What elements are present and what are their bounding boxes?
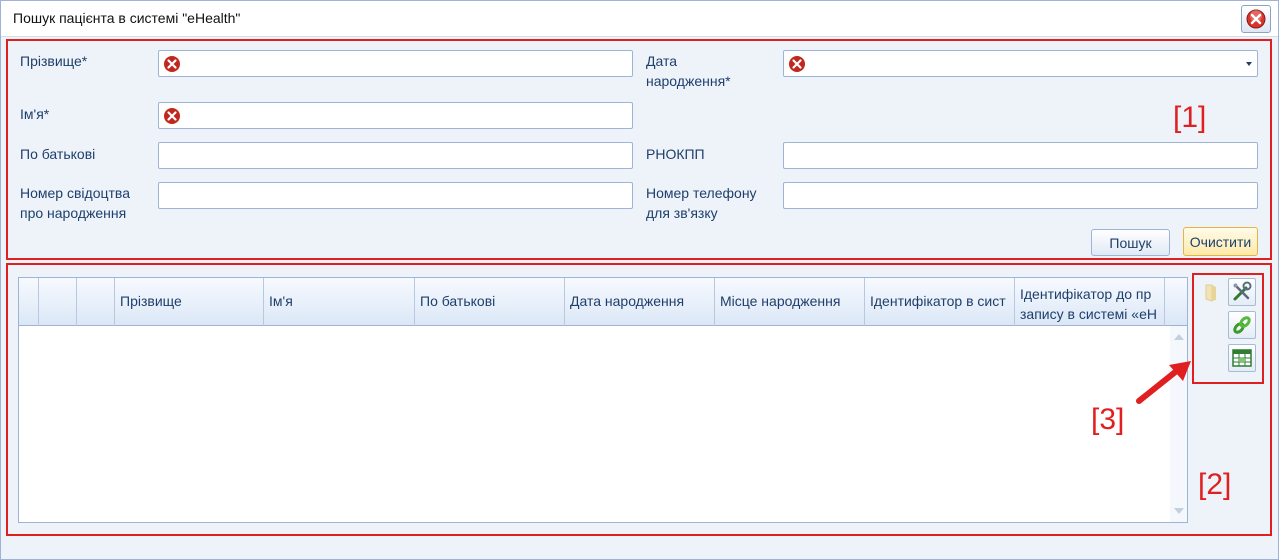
settings-tools-button[interactable] — [1228, 278, 1256, 306]
grid-column-header[interactable] — [77, 278, 115, 326]
link-icon — [1233, 316, 1251, 334]
annotation-label-3: [3] — [1091, 403, 1125, 436]
close-icon — [1246, 9, 1266, 29]
phone-label-line1: Номер телефону — [646, 185, 757, 201]
last-name-field[interactable] — [158, 50, 633, 77]
birth-cert-label-line1: Номер свідоцтва — [20, 185, 130, 201]
phone-label-line2: для зв'язку — [646, 205, 718, 221]
rnokpp-field[interactable] — [783, 142, 1258, 169]
grid-column-header[interactable] — [39, 278, 77, 326]
settings-tools-icon — [1233, 281, 1252, 301]
birth-date-input[interactable] — [786, 53, 1255, 74]
window-title: Пошук пацієнта в системі "eHealth" — [13, 10, 241, 26]
last-name-label: Прізвище* — [20, 53, 88, 69]
first-name-input[interactable] — [161, 105, 630, 126]
search-button[interactable]: Пошук — [1091, 229, 1170, 256]
first-name-label: Ім'я* — [20, 106, 50, 122]
birth-date-field[interactable] — [783, 50, 1258, 77]
birth-date-label-line1: Дата — [646, 53, 678, 69]
middle-name-field[interactable] — [158, 142, 633, 169]
link-button[interactable] — [1228, 311, 1256, 339]
export-excel-button[interactable] — [1228, 344, 1256, 372]
first-name-field[interactable] — [158, 102, 633, 129]
rnokpp-input[interactable] — [786, 145, 1255, 166]
annotation-label-2: [2] — [1198, 468, 1232, 501]
clear-button[interactable]: Очистити — [1183, 227, 1258, 256]
header-line2: запису в системі «еН — [1020, 306, 1157, 322]
grid-column-header-system-id[interactable]: Ідентифікатор в сист — [865, 278, 1015, 326]
annotation-arrow-icon — [1136, 361, 1191, 404]
grid-column-header-middle-name[interactable]: По батькові — [415, 278, 565, 326]
annotation-label-1: [1] — [1173, 101, 1207, 134]
folder-button[interactable] — [1197, 278, 1225, 306]
dialog-window: Пошук пацієнта в системі "eHealth" Прізв… — [0, 0, 1279, 560]
phone-field[interactable] — [783, 182, 1258, 209]
middle-name-label: По батькові — [20, 146, 96, 162]
grid-header: Прізвище Ім'я По батькові Дата народженн… — [19, 278, 1187, 326]
grid-column-header-last-name[interactable]: Прізвище — [115, 278, 264, 326]
header-line1: Ідентифікатор до пр — [1020, 286, 1152, 302]
close-button[interactable] — [1241, 5, 1271, 33]
middle-name-input[interactable] — [161, 145, 630, 166]
scroll-up-icon[interactable] — [1174, 334, 1184, 340]
export-excel-icon — [1232, 349, 1252, 367]
phone-input[interactable] — [786, 185, 1255, 206]
rnokpp-label: РНОКПП — [646, 146, 705, 162]
title-bar: Пошук пацієнта в системі "eHealth" — [1, 1, 1278, 37]
birth-cert-field[interactable] — [158, 182, 633, 209]
grid-column-header-first-name[interactable]: Ім'я — [264, 278, 415, 326]
grid-column-header-record-id[interactable]: Ідентифікатор до пр запису в системі «еН — [1015, 278, 1165, 326]
scroll-down-icon[interactable] — [1174, 508, 1184, 514]
grid-column-header-birth-date[interactable]: Дата народження — [565, 278, 715, 326]
grid-column-header-birth-place[interactable]: Місце народження — [715, 278, 865, 326]
birth-cert-input[interactable] — [161, 185, 630, 206]
last-name-input[interactable] — [161, 53, 630, 74]
birth-date-label-line2: народження* — [646, 73, 731, 89]
folder-icon — [1205, 284, 1216, 302]
birth-cert-label-line2: про народження — [20, 205, 127, 221]
grid-column-header[interactable] — [19, 278, 39, 326]
results-grid: Прізвище Ім'я По батькові Дата народженн… — [18, 277, 1188, 523]
chevron-down-icon[interactable] — [1245, 60, 1253, 68]
